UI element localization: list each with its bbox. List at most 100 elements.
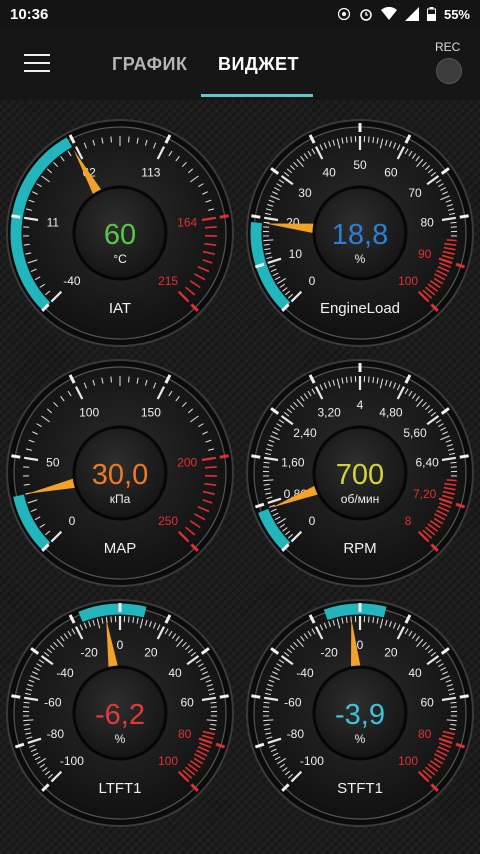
- gauge-tick-label: 60: [420, 695, 434, 709]
- gauge-tick-label: -80: [287, 727, 305, 741]
- gauge-tick-label: 4: [357, 398, 364, 412]
- gauge-tick-label: 100: [398, 274, 418, 288]
- gauge-tick: [110, 376, 112, 383]
- gauge-iat[interactable]: -40116211316421560°CIAT: [5, 118, 235, 348]
- gauge-tick-label: 150: [141, 405, 161, 419]
- gauge-value: 30,0: [92, 459, 148, 491]
- gauge-rpm[interactable]: 0 0,80 1,60 2,40 3,20 4 4,80 5,60 6,40 7,20 8 700 об…: [245, 358, 475, 588]
- gauge-unit: %: [355, 732, 366, 746]
- tab-indicator: [201, 94, 313, 97]
- signal-icon: [404, 7, 419, 21]
- gauge-tick-label: 7,20: [413, 487, 437, 501]
- gauge-load[interactable]: 0 10 20 30 40 50 60 70 80 90 100 18,8% EngineLoad: [245, 118, 475, 348]
- gauge-tick: [204, 226, 217, 229]
- gauge-tick-label: 40: [322, 165, 336, 179]
- gauge-tick: [263, 221, 270, 224]
- gauge-active-arc: [323, 603, 387, 621]
- status-time: 10:36: [10, 5, 49, 23]
- gauge-tick: [446, 239, 457, 242]
- gauge-tick-label: 0: [357, 638, 364, 652]
- gauge-major-marker: [11, 454, 21, 459]
- battery-icon: [426, 7, 436, 21]
- gauge-stft[interactable]: -100 -80 -60 -40 -20 0 20 40 60 80 100 -3,9% STFT1: [245, 598, 475, 828]
- gauge-major-marker: [251, 214, 261, 219]
- gauge-tick-label: 50: [353, 158, 367, 172]
- gauge-major-marker: [219, 694, 229, 699]
- alarm-icon: [359, 7, 373, 21]
- gauge-tick: [368, 616, 370, 623]
- gauge-major-marker: [459, 214, 469, 219]
- gauge-tick-label: 80: [418, 727, 432, 741]
- gauge-map[interactable]: 0 50 100 150 200 250 30,0 кПа MAP: [5, 358, 235, 588]
- gauge-tick: [450, 701, 457, 704]
- gauge-tick-label: 100: [158, 754, 178, 768]
- gauge-label: MAP: [104, 540, 137, 557]
- gauge-tick: [263, 461, 270, 464]
- gauge-tick-label: 0: [69, 514, 76, 528]
- notification-icon: [337, 7, 351, 21]
- gauge-tick-label: -80: [47, 727, 65, 741]
- gauge-label: STFT1: [337, 780, 383, 797]
- gauge-unit: кПа: [110, 492, 131, 506]
- gauge-tick-label: -60: [284, 695, 302, 709]
- battery-percent: 55%: [443, 6, 470, 22]
- gauge-tick-label: 80: [178, 727, 192, 741]
- gauge-unit: °C: [113, 252, 127, 266]
- wifi-icon: [380, 7, 397, 21]
- gauge-tick-label: 100: [398, 754, 418, 768]
- gauge-tick-label: 70: [408, 186, 422, 200]
- gauge-tick-label: 20: [144, 645, 158, 659]
- gauge-tick: [210, 701, 217, 704]
- gauge-tick-label: -60: [44, 695, 62, 709]
- gauge-label: LTFT1: [98, 780, 141, 797]
- gauge-tick: [128, 616, 130, 623]
- gauge-tick: [350, 136, 352, 143]
- gauge-tick-label: 30: [298, 186, 312, 200]
- gauge-major-marker: [11, 694, 21, 699]
- tab-graph[interactable]: ГРАФИК: [112, 54, 187, 75]
- gauge-tick: [110, 616, 112, 623]
- tab-widget[interactable]: ВИДЖЕТ: [218, 54, 299, 75]
- gauge-tick-label: 80: [420, 215, 434, 229]
- gauge-unit: %: [355, 252, 366, 266]
- gauge-tick-label: 0: [117, 638, 124, 652]
- gauge-tick-label: -40: [296, 666, 314, 680]
- gauge-tick: [128, 136, 130, 143]
- gauge-tick-label: 5,60: [403, 426, 427, 440]
- gauge-tick-label: 113: [141, 165, 160, 179]
- gauge-tick-label: 2,40: [293, 426, 317, 440]
- gauge-tick-label: 50: [46, 455, 60, 469]
- gauge-tick-label: 60: [384, 165, 398, 179]
- gauge-tick: [450, 221, 457, 224]
- gauge-tick-label: -20: [320, 645, 338, 659]
- gauge-tick-label: 10: [289, 247, 303, 261]
- gauge-tick-label: 11: [47, 215, 60, 229]
- gauge-label: RPM: [343, 540, 376, 557]
- rec-label: REC: [435, 40, 461, 54]
- status-icons: 55%: [337, 7, 470, 22]
- gauge-tick: [263, 701, 270, 704]
- gauge-tick-label: 60: [180, 695, 194, 709]
- gauge-tick: [350, 376, 352, 383]
- gauge-tick-label: 0: [309, 274, 316, 288]
- gauge-tick: [110, 136, 112, 143]
- gauge-tick-label: -40: [56, 666, 74, 680]
- gauge-tick-label: 1,60: [281, 455, 305, 469]
- gauge-tick-label: 0: [309, 514, 316, 528]
- gauge-unit: об/мин: [341, 492, 379, 506]
- gauge-tick-label: 8: [405, 514, 412, 528]
- gauge-tick: [368, 376, 370, 383]
- gauge-ltft[interactable]: -100 -80 -60 -40 -20 0 20 40 60 80 100 -6,2% LTFT1: [5, 598, 235, 828]
- gauge-tick-label: -100: [300, 754, 324, 768]
- gauge-value: 60: [104, 219, 136, 251]
- gauge-tick: [446, 479, 457, 482]
- gauge-tick: [204, 466, 217, 469]
- record-button[interactable]: [436, 58, 462, 84]
- gauge-tick-label: 6,40: [415, 455, 439, 469]
- gauge-tick: [23, 701, 30, 704]
- menu-icon[interactable]: [24, 54, 50, 74]
- gauge-tick: [128, 376, 130, 383]
- app-bar: ГРАФИК ВИДЖЕТ REC: [0, 28, 480, 100]
- gauge-value: -3,9: [335, 699, 385, 731]
- gauge-tick-label: 40: [408, 666, 422, 680]
